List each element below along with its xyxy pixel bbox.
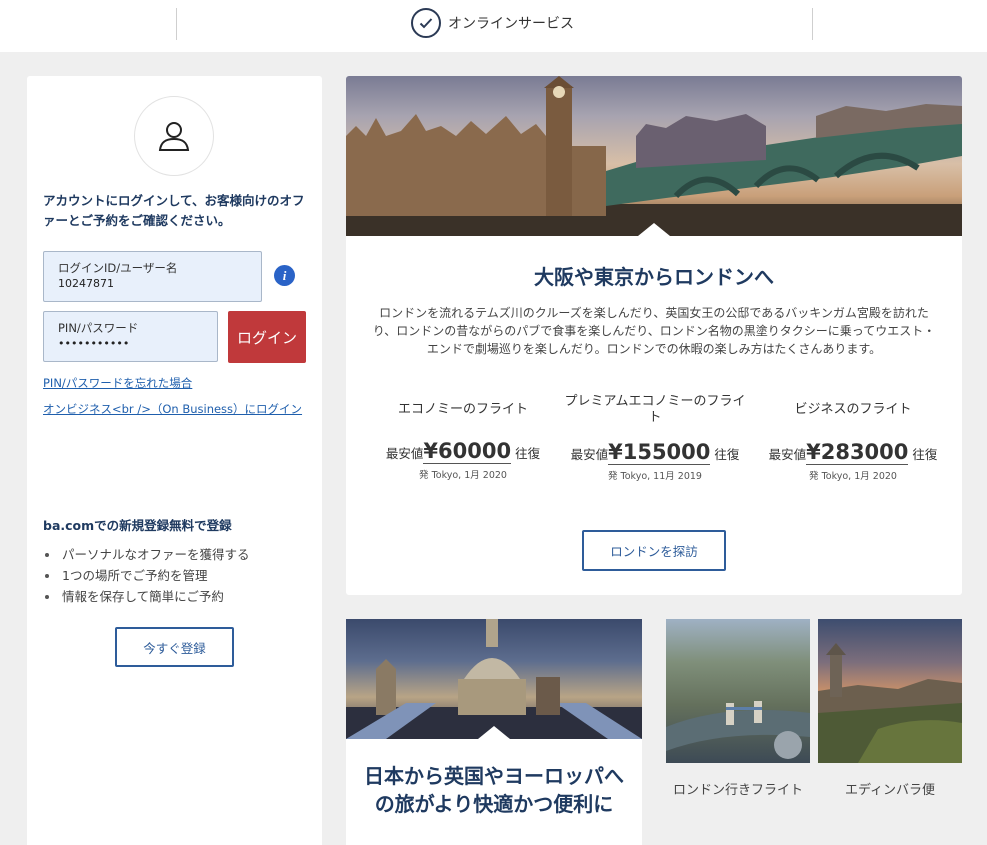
list-item: 1つの場所でご予約を管理 bbox=[43, 565, 250, 586]
destination-caption[interactable]: ロンドン行きフライト bbox=[666, 783, 810, 799]
london-feature-card: 大阪や東京からロンドンへ ロンドンを流れるテムズ川のクルーズを楽しんだり、英国女… bbox=[346, 76, 962, 595]
fare-prefix: 最安値 bbox=[570, 447, 609, 462]
login-button[interactable]: ログイン bbox=[228, 311, 306, 363]
fare-suffix: 往復 bbox=[515, 446, 541, 461]
login-id-value[interactable]: 10247871 bbox=[58, 277, 247, 291]
register-title: ba.comでの新規登録無料で登録 bbox=[43, 518, 232, 533]
destination-london[interactable]: ロンドン行きフライト bbox=[666, 619, 810, 799]
online-services-label: オンラインサービス bbox=[448, 16, 574, 32]
fare-origin: 発 Tokyo, 1月 2020 bbox=[419, 470, 507, 481]
register-benefits-list: パーソナルなオファーを獲得する 1つの場所でご予約を管理 情報を保存して簡単にご… bbox=[43, 544, 250, 607]
st-pauls-image bbox=[346, 619, 642, 739]
london-aerial-image bbox=[666, 619, 810, 763]
destination-edinburgh[interactable]: エディンバラ便 bbox=[818, 619, 962, 799]
login-panel: アカウントにログインして、お客様向けのオファーとご予約をご確認ください。 ログイ… bbox=[27, 76, 322, 845]
on-business-login-link[interactable]: オンビジネス<br />（On Business）にログイン bbox=[43, 401, 302, 417]
fare-economy: エコノミーのフライト 最安値¥60000 往復 発 Tokyo, 1月 2020 bbox=[372, 394, 554, 481]
edinburgh-image bbox=[818, 619, 962, 763]
feature-headline: 大阪や東京からロンドンへ bbox=[534, 265, 774, 289]
fare-premium-economy: プレミアムエコノミーのフライト 最安値¥155000 往復 発 Tokyo, 1… bbox=[564, 394, 746, 482]
password-field[interactable]: PIN/パスワード ••••••••••• bbox=[43, 311, 218, 362]
fare-prefix: 最安値 bbox=[768, 447, 807, 462]
user-icon bbox=[134, 96, 214, 176]
divider bbox=[812, 8, 813, 40]
explore-london-button[interactable]: ロンドンを探訪 bbox=[582, 530, 726, 571]
fare-price[interactable]: ¥155000 bbox=[608, 440, 711, 465]
online-services-link[interactable]: オンラインサービス bbox=[411, 8, 574, 38]
notch bbox=[638, 223, 670, 236]
london-hero-image bbox=[346, 76, 962, 236]
login-id-label: ログインID/ユーザー名 bbox=[58, 261, 178, 275]
fare-price[interactable]: ¥283000 bbox=[806, 440, 909, 465]
fare-prefix: 最安値 bbox=[385, 446, 424, 461]
fare-price[interactable]: ¥60000 bbox=[423, 439, 512, 464]
divider bbox=[176, 8, 177, 40]
info-icon[interactable]: i bbox=[274, 265, 295, 286]
password-label: PIN/パスワード bbox=[58, 321, 139, 335]
list-item: パーソナルなオファーを獲得する bbox=[43, 544, 250, 565]
notch bbox=[478, 726, 510, 739]
fare-business: ビジネスのフライト 最安値¥283000 往復 発 Tokyo, 1月 2020 bbox=[762, 394, 944, 482]
fare-suffix: 往復 bbox=[912, 447, 938, 462]
login-intro-text: アカウントにログインして、お客様向けのオファーとご予約をご確認ください。 bbox=[43, 193, 305, 228]
login-id-field[interactable]: ログインID/ユーザー名 10247871 bbox=[43, 251, 262, 302]
fare-origin: 発 Tokyo, 11月 2019 bbox=[608, 471, 702, 482]
fare-name: ビジネスのフライト bbox=[794, 402, 912, 417]
checkmark-circle-icon bbox=[411, 8, 441, 38]
register-now-button[interactable]: 今すぐ登録 bbox=[115, 627, 234, 667]
fare-name: プレミアムエコノミーのフライト bbox=[564, 394, 746, 425]
fare-name: エコノミーのフライト bbox=[397, 402, 528, 417]
promo-title[interactable]: 日本から英国やヨーロッパへの旅がより快適かつ便利に bbox=[362, 762, 626, 818]
forgot-password-link[interactable]: PIN/パスワードを忘れた場合 bbox=[43, 375, 192, 391]
fare-suffix: 往復 bbox=[714, 447, 740, 462]
fare-origin: 発 Tokyo, 1月 2020 bbox=[809, 471, 897, 482]
promo-card[interactable]: 日本から英国やヨーロッパへの旅がより快適かつ便利に bbox=[346, 619, 642, 845]
feature-description: ロンドンを流れるテムズ川のクルーズを楽しんだり、英国女王の公邸であるバッキンガム… bbox=[372, 306, 936, 356]
list-item: 情報を保存して簡単にご予約 bbox=[43, 586, 250, 607]
destination-caption[interactable]: エディンバラ便 bbox=[818, 783, 962, 799]
top-bar: オンラインサービス bbox=[0, 0, 987, 52]
password-value[interactable]: ••••••••••• bbox=[58, 337, 203, 351]
